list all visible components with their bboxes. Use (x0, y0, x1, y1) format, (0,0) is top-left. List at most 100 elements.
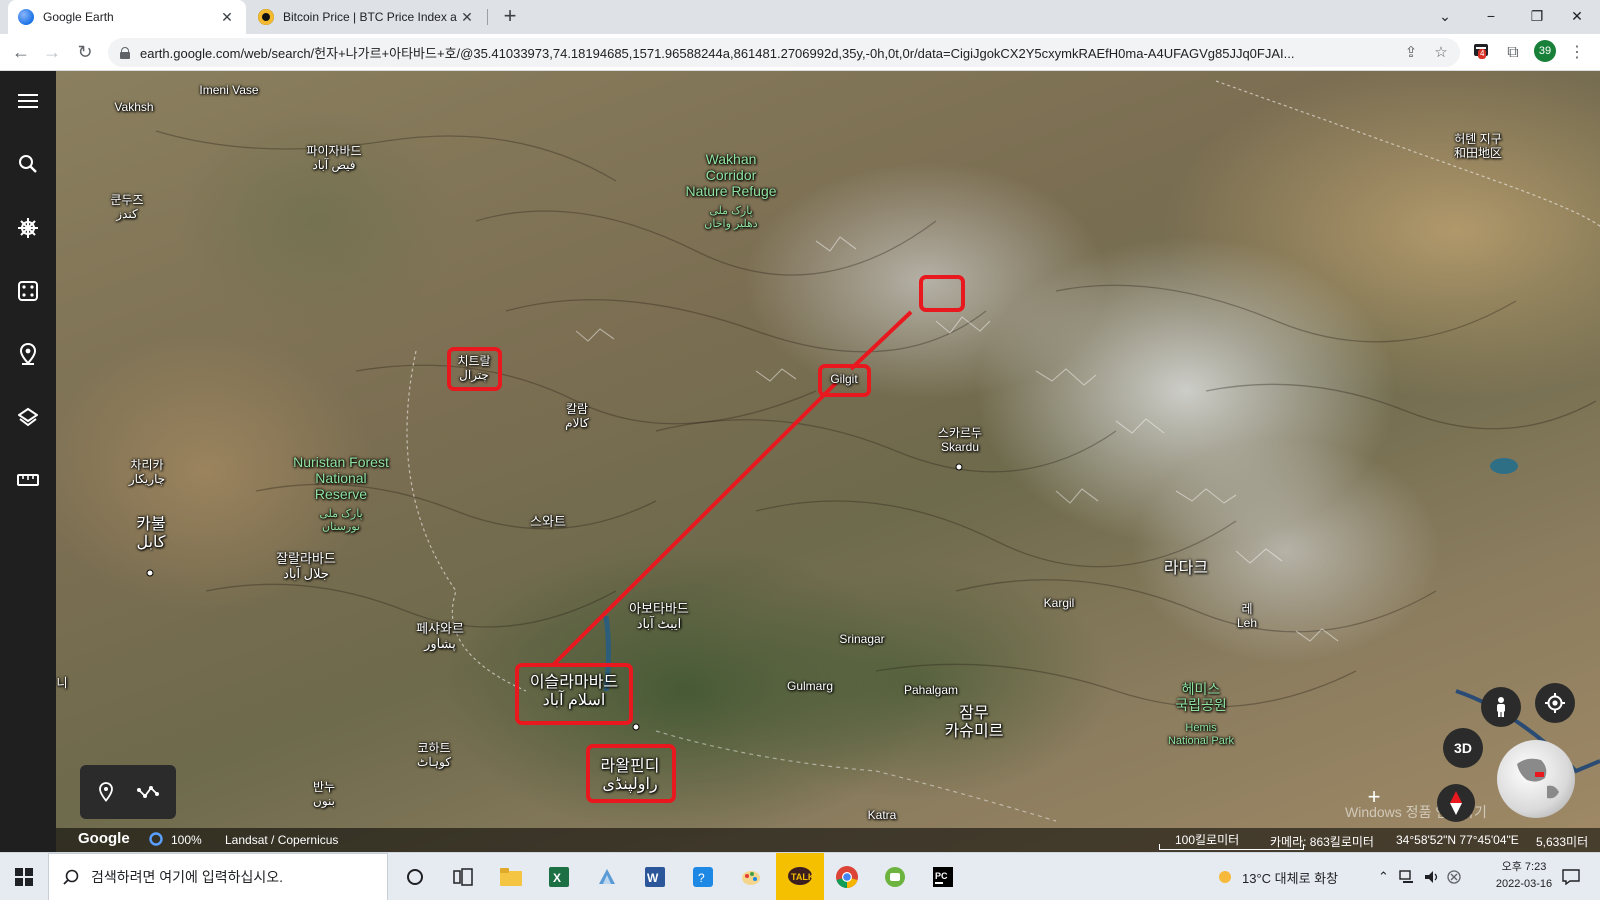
place-label-leh[interactable]: 레 Leh (1237, 602, 1257, 631)
earth-map-view[interactable]: Vakhsh Imeni Vase 파이자바드 فیض آباد 쿤두즈 کند… (56, 71, 1600, 868)
task-view-icon[interactable] (447, 861, 479, 893)
annotation-box-gilgit (818, 364, 871, 397)
place-label-kalam[interactable]: 칼람 کالام (565, 402, 589, 431)
cortana-icon[interactable] (399, 861, 431, 893)
close-window-button[interactable]: ✕ (1554, 0, 1600, 34)
place-label-abbottabad[interactable]: 아보타바드 ایبٹ آباد (629, 601, 689, 632)
network-icon[interactable] (1399, 853, 1415, 900)
imagery-attribution[interactable]: Landsat / Copernicus (225, 833, 338, 847)
forward-arrow-icon[interactable]: → (38, 39, 66, 67)
map-status-bar: Google 100% Landsat / Copernicus 100킬로미터… (56, 828, 1600, 852)
circle-x-status-icon[interactable] (1447, 853, 1461, 900)
projects-pin-icon[interactable] (14, 340, 42, 368)
place-label-katra[interactable]: Katra (868, 808, 897, 823)
place-label-wakhan-arabic[interactable]: پارک ملی دهلیز واخان (704, 205, 757, 230)
place-label-swat[interactable]: 스와트 (530, 514, 566, 530)
search-icon[interactable] (14, 150, 42, 178)
place-label-charikar[interactable]: 차리카 چاریکار (129, 458, 165, 487)
extensions-puzzle-icon[interactable]: ⧉ (1502, 42, 1524, 64)
google-earth-icon (18, 9, 34, 25)
address-bar[interactable]: earth.google.com/web/search/헌자+나가르+아타바드+… (108, 38, 1460, 67)
new-tab-button[interactable]: + (496, 3, 524, 31)
hamburger-menu-icon[interactable] (14, 87, 42, 115)
place-label-nuristan-arabic[interactable]: پارک ملی نورستان (319, 508, 362, 533)
file-explorer-icon[interactable] (495, 861, 527, 893)
back-arrow-icon[interactable]: ← (7, 39, 35, 67)
overview-globe-icon[interactable] (1497, 740, 1575, 818)
place-label-hotan[interactable]: 허톈 지구 和田地区 (1454, 132, 1502, 161)
lock-icon[interactable] (120, 46, 130, 59)
taskbar-search-placeholder[interactable]: 검색하려면 여기에 입력하십시오. (91, 867, 283, 887)
weather-widget[interactable]: 13°C 대체로 화창 (1216, 853, 1338, 900)
place-label-gulmarg[interactable]: Gulmarg (787, 679, 833, 694)
profile-avatar[interactable]: 39 (1534, 40, 1556, 62)
draw-path-icon[interactable] (135, 779, 161, 805)
close-tab-icon[interactable]: ✕ (218, 9, 236, 26)
voyager-helm-icon[interactable] (14, 214, 42, 242)
chrome-icon[interactable] (831, 861, 863, 893)
place-label-peshawar[interactable]: 페샤와르 پشاور (416, 621, 464, 652)
place-label-imeni-vase[interactable]: Imeni Vase (199, 83, 258, 98)
place-label-nuristan[interactable]: Nuristan Forest National Reserve (293, 454, 389, 502)
close-tab-icon[interactable]: ✕ (458, 9, 476, 26)
pycharm-icon[interactable]: PC (927, 861, 959, 893)
loading-progress-icon (149, 832, 163, 849)
minimize-button[interactable]: − (1468, 0, 1514, 34)
my-location-icon[interactable] (1535, 683, 1575, 723)
terrain-and-route-overlay (146, 80, 1600, 822)
kebab-menu-icon[interactable]: ⋮ (1566, 42, 1588, 64)
toggle-3d-button[interactable]: 3D (1443, 728, 1483, 768)
volume-icon[interactable] (1424, 853, 1440, 900)
share-icon[interactable]: ⇪ (1401, 43, 1421, 63)
place-label-ladakh[interactable]: 라다크 (1164, 560, 1208, 578)
compass-icon[interactable] (1437, 784, 1475, 822)
pegman-street-view-icon[interactable] (1481, 687, 1521, 727)
weather-text[interactable]: 13°C 대체로 화창 (1242, 868, 1338, 887)
place-label-kabul[interactable]: 카불 کابل (136, 516, 165, 553)
app-icon[interactable] (879, 861, 911, 893)
map-style-layers-icon[interactable] (14, 403, 42, 431)
place-label-wakhan-corridor[interactable]: Wakhan Corridor Nature Refuge (685, 151, 776, 199)
tray-overflow-icon[interactable]: ⌃ (1378, 853, 1389, 900)
place-label-hemis[interactable]: 헤미스 국립공원 (1175, 681, 1227, 713)
url-text[interactable]: earth.google.com/web/search/헌자+나가르+아타바드+… (140, 43, 1385, 62)
place-label-skardu[interactable]: 스카르두 Skardu (938, 426, 982, 455)
kakaotalk-icon[interactable]: TALK (776, 853, 824, 900)
place-label-jalalabad[interactable]: 잘랄라바드 جلال آباد (276, 551, 336, 582)
excel-icon[interactable]: X (543, 861, 575, 893)
tab-search-chevron-icon[interactable]: ⌄ (1422, 0, 1468, 34)
taskbar-clock[interactable]: 오후 7:23 2022-03-16 (1488, 859, 1560, 893)
place-label-edge[interactable]: 니 (56, 676, 67, 691)
clock-time: 오후 7:23 (1501, 861, 1547, 873)
place-label-kohat[interactable]: 코하트 کوہاٹ (417, 741, 451, 770)
tab-google-earth[interactable]: Google Earth ✕ (8, 0, 246, 34)
clock-date: 2022-03-16 (1495, 878, 1553, 890)
add-placemark-icon[interactable] (93, 779, 119, 805)
place-label-jammu-kashmir[interactable]: 잠무 카슈미르 (945, 705, 1004, 742)
word-icon[interactable]: W (639, 861, 671, 893)
taskbar-search-box[interactable]: 검색하려면 여기에 입력하십시오. (48, 853, 388, 900)
load-percentage: 100% (171, 833, 202, 847)
paint-icon[interactable] (735, 861, 767, 893)
app-icon[interactable] (591, 861, 623, 893)
place-label-kunduz[interactable]: 쿤두즈 کندز (110, 193, 143, 222)
place-label-kargil[interactable]: Kargil (1044, 596, 1075, 611)
notification-center-icon[interactable] (1562, 853, 1580, 900)
place-label-bannu[interactable]: 반누 بنوں (313, 780, 335, 809)
place-label-vakhsh[interactable]: Vakhsh (114, 100, 153, 115)
place-label-srinagar[interactable]: Srinagar (839, 632, 884, 647)
feeling-lucky-dice-icon[interactable] (14, 277, 42, 305)
cursor-elevation: 5,633미터 (1536, 835, 1589, 849)
windows-start-icon[interactable] (0, 853, 48, 900)
svg-text:?: ? (698, 871, 705, 885)
measure-ruler-icon[interactable] (14, 466, 42, 494)
tab-strip: Google Earth ✕ Bitcoin Price | BTC Price… (0, 0, 1600, 34)
svg-text:PC: PC (935, 871, 948, 881)
place-label-faizabad[interactable]: 파이자바드 فیض آباد (306, 144, 361, 173)
place-label-hemis-en[interactable]: Hemis National Park (1168, 722, 1234, 747)
bookmark-star-icon[interactable]: ☆ (1431, 43, 1451, 63)
place-label-pahalgam[interactable]: Pahalgam (904, 683, 958, 698)
tab-bitcoin[interactable]: Bitcoin Price | BTC Price Index a ✕ (248, 0, 486, 34)
app-icon[interactable]: ? (687, 861, 719, 893)
reload-icon[interactable]: ↻ (71, 39, 99, 67)
